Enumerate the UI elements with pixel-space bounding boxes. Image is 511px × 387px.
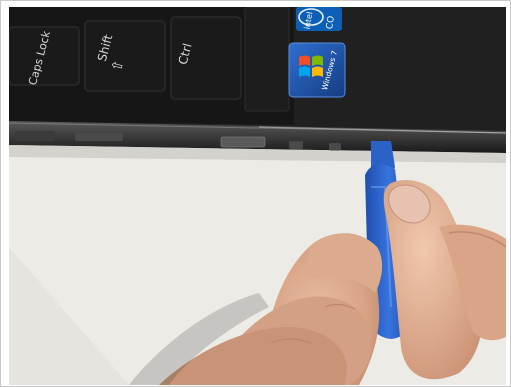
windows7-sticker: Windows 7 [288,42,346,98]
screenshot-frame: Caps Lock Shift ⇧ Ctrl intel CO Windows … [0,0,511,387]
repair-photo: Caps Lock Shift ⇧ Ctrl intel CO Windows … [9,7,506,385]
front-port [289,141,303,149]
front-port [329,143,341,151]
intel-sticker: intel CO [296,7,342,31]
front-port [220,136,266,148]
photo-scene: Caps Lock Shift ⇧ Ctrl intel CO Windows … [9,7,506,385]
front-port [15,131,55,141]
front-port [75,133,123,141]
